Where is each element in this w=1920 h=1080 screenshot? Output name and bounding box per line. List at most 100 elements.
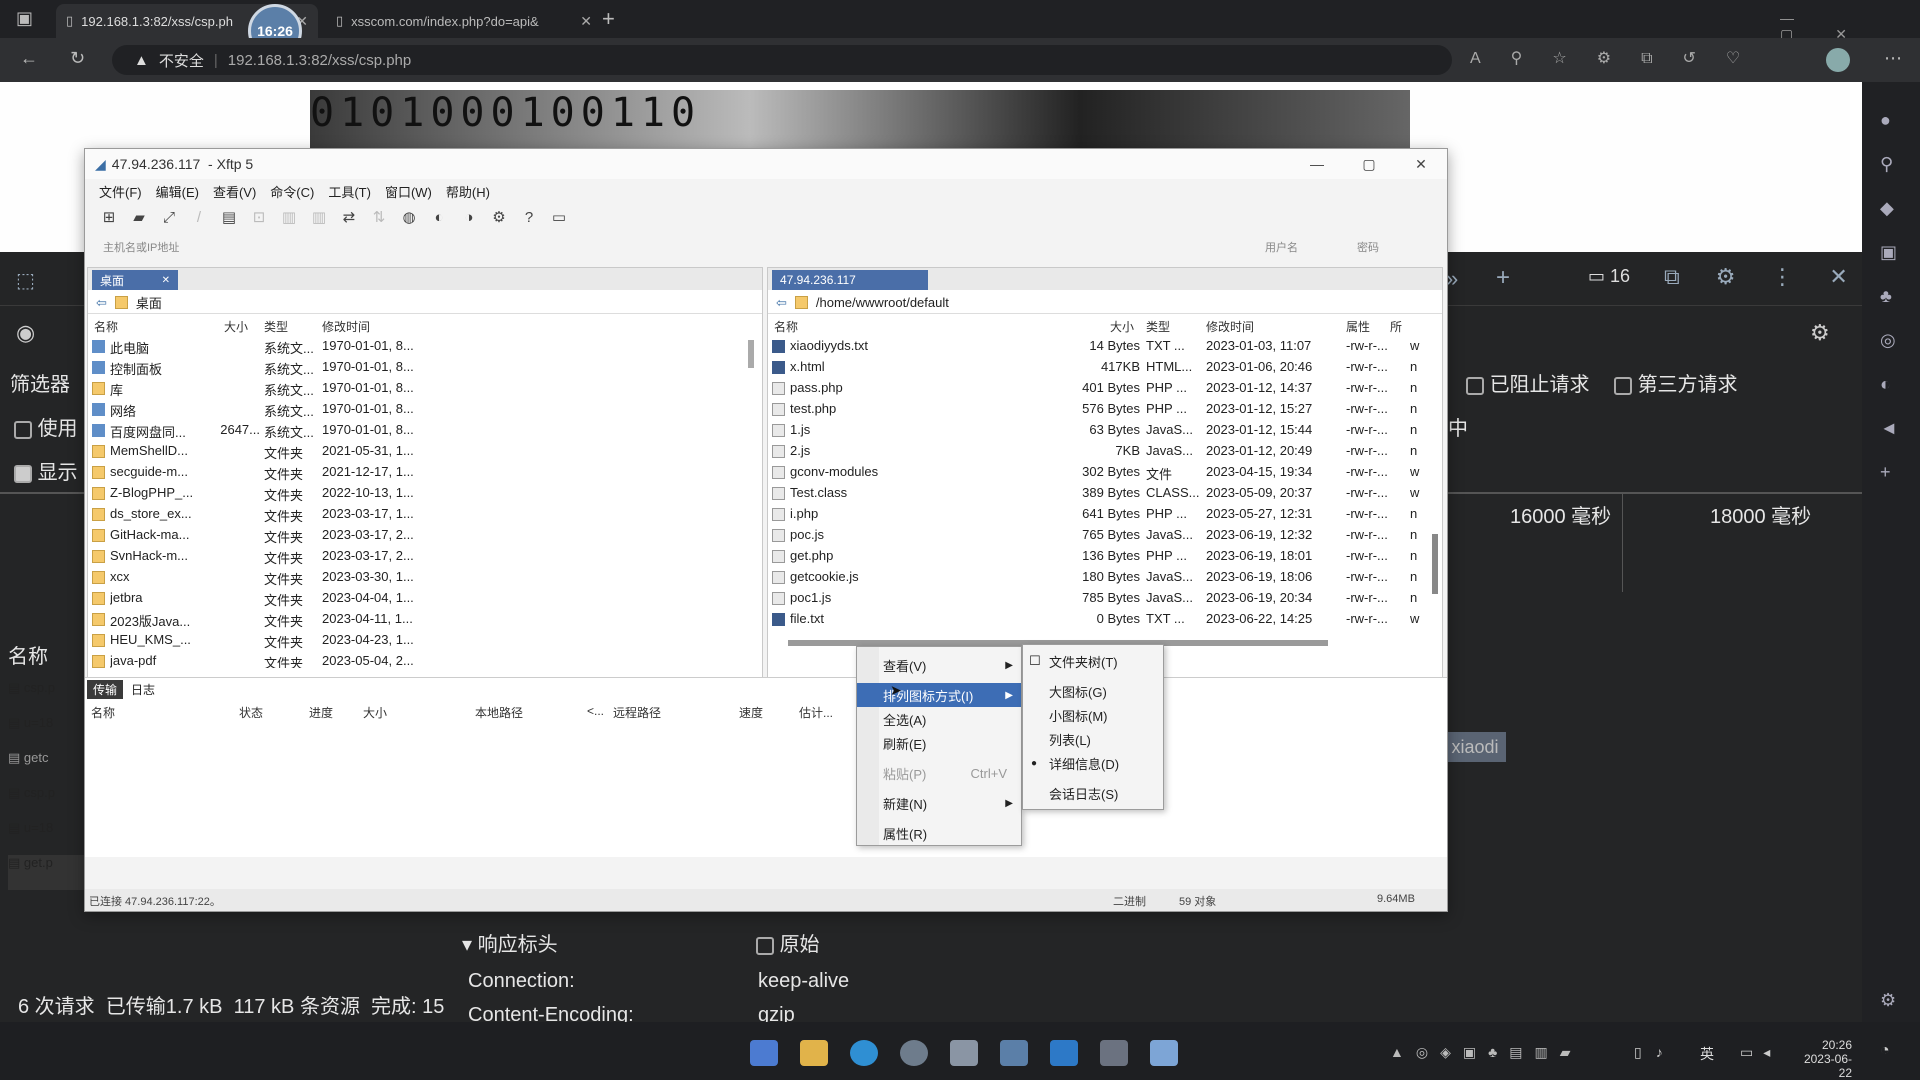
avatar[interactable] (1826, 48, 1850, 72)
network-settings-icon[interactable]: ⚙ (1810, 320, 1830, 346)
back-icon[interactable]: ⇦ (776, 295, 787, 311)
chrome-icon[interactable] (900, 1040, 928, 1066)
settings-icon[interactable]: ⚙ (489, 209, 509, 227)
submenu-large-icons[interactable]: 大图标(G) (1023, 679, 1163, 703)
col-remote-path[interactable]: 远程路径 (613, 704, 661, 721)
new-session-icon[interactable]: ⊞ (99, 209, 119, 227)
transfer-mode[interactable]: 二进制 (1113, 893, 1146, 909)
remote-path[interactable]: /home/wwwroot/default (816, 295, 949, 310)
app-icon[interactable] (950, 1040, 978, 1066)
network-volume-icons[interactable]: ▭◂ (1740, 1044, 1780, 1061)
record-icon[interactable]: ◉ (16, 320, 35, 346)
file-explorer-icon[interactable] (800, 1040, 828, 1066)
col-progress[interactable]: 进度 (309, 704, 333, 721)
file-row[interactable]: getcookie.js 180 Bytes JavaS... 2023-06-19,… (768, 567, 1442, 588)
submenu-details[interactable]: ● 详细信息(D) (1023, 751, 1163, 775)
col-name[interactable]: 名称 (774, 318, 798, 335)
terminal-icon[interactable]: ◐ (429, 209, 449, 227)
minimize-button[interactable]: — (1291, 149, 1343, 179)
file-row[interactable]: Z-BlogPHP_... 文件夹 2022-10-13, 1... (88, 483, 762, 504)
menu-item-refresh[interactable]: 刷新(E) (857, 731, 1021, 755)
request-item[interactable]: ▤ getc (8, 750, 88, 785)
scrollbar[interactable] (1432, 534, 1438, 594)
filter-label[interactable]: 筛选器 (10, 368, 70, 397)
col-name[interactable]: 名称 (94, 318, 118, 335)
refresh-icon[interactable]: ↻ (70, 48, 85, 69)
menu-item-properties[interactable]: 属性(R) (857, 821, 1021, 845)
name-column-header[interactable]: 名称 (8, 640, 48, 669)
menu-window[interactable]: 窗口(W) (385, 182, 432, 201)
download-icon[interactable]: ▥ (309, 209, 329, 227)
file-row[interactable]: pass.php 401 Bytes PHP ... 2023-01-12, 14:3… (768, 378, 1442, 399)
raw-checkbox[interactable] (756, 936, 774, 955)
tab-transfer[interactable]: 传输 (87, 680, 124, 699)
show-checkbox-row[interactable]: 显示 (14, 456, 78, 485)
ime-indicator[interactable]: 英 (1700, 1044, 1714, 1064)
col-owner[interactable]: 所 (1390, 318, 1402, 335)
file-row[interactable]: HEU_KMS_... 文件夹 2023-04-23, 1... (88, 630, 762, 651)
menu-item-new[interactable]: 新建(N) ▶ (857, 791, 1021, 815)
file-row[interactable]: 2.js 7KB JavaS... 2023-01-12, 20:49 -rw-r-..… (768, 441, 1442, 462)
notification-icon[interactable]: ◔ (1880, 1042, 1890, 1060)
submenu-small-icons[interactable]: 小图标(M) (1023, 703, 1163, 727)
raw-toggle[interactable]: 原始 (756, 928, 820, 957)
file-row[interactable]: java-pdf 文件夹 2023-05-04, 2... (88, 651, 762, 668)
local-path[interactable]: 桌面 (136, 293, 162, 312)
use-checkbox[interactable] (14, 420, 32, 439)
transfer-icon[interactable]: ⇄ (339, 209, 359, 227)
properties-icon[interactable]: ▤ (219, 209, 239, 227)
add-tool-icon[interactable]: + (1496, 264, 1510, 292)
back-icon[interactable]: ⇦ (96, 295, 107, 311)
password-input[interactable]: 密码 (1357, 239, 1379, 255)
request-item[interactable]: ▤ csp.p (8, 680, 88, 715)
col-modified[interactable]: 修改时间 (322, 318, 370, 335)
menu-tools[interactable]: 工具(T) (328, 182, 371, 201)
chat-icon[interactable]: ▭ (549, 209, 569, 227)
terminal-app-icon[interactable] (1000, 1040, 1028, 1066)
tab-log[interactable]: 日志 (125, 680, 161, 699)
start-icon[interactable] (750, 1040, 778, 1066)
close-tab-icon[interactable]: ✕ (162, 275, 170, 286)
col-name[interactable]: 名称 (91, 704, 115, 721)
file-row[interactable]: 网络 系统文... 1970-01-01, 8... (88, 399, 762, 420)
file-row[interactable]: Test.class 389 Bytes CLASS... 2023-05-09, 2… (768, 483, 1442, 504)
new-folder-icon[interactable]: ⊡ (249, 209, 269, 227)
globe-icon[interactable]: ◍ (399, 209, 419, 227)
file-row[interactable]: 库 系统文... 1970-01-01, 8... (88, 378, 762, 399)
user-input[interactable]: 用户名 (1265, 239, 1298, 255)
scrollbar[interactable] (748, 340, 754, 368)
file-row[interactable]: 百度网盘同... 2647... 系统文... 1970-01-01, 8... (88, 420, 762, 441)
file-row[interactable]: 控制面板 系统文... 1970-01-01, 8... (88, 357, 762, 378)
col-local-path[interactable]: 本地路径 (475, 704, 523, 721)
clock[interactable]: 20:26 2023-06-22 (1800, 1038, 1852, 1080)
col-type[interactable]: 类型 (264, 318, 288, 335)
edge-browser-icon[interactable] (850, 1040, 878, 1066)
disconnect-icon[interactable]: / (189, 209, 209, 227)
file-row[interactable]: x.html 417KB HTML... 2023-01-06, 20:46 -rw-r… (768, 357, 1442, 378)
file-row[interactable]: ds_store_ex... 文件夹 2023-03-17, 1... (88, 504, 762, 525)
sidebar-icons[interactable]: ● ⚲ ◆ ▣ ♣ ◎ ◐ ◄ + (1880, 98, 1898, 494)
open-folder-icon[interactable]: ▰ (129, 209, 149, 227)
new-tab-icon[interactable]: + (602, 6, 615, 32)
submenu-list[interactable]: 列表(L) (1023, 727, 1163, 751)
xshell-icon[interactable]: ◑ (459, 209, 479, 227)
submenu-session-log[interactable]: 会话日志(S) (1023, 781, 1163, 805)
inspect-icon[interactable]: ⬚ (16, 268, 35, 293)
file-row[interactable]: jetbra 文件夹 2023-04-04, 1... (88, 588, 762, 609)
devtools-actions[interactable]: ⧉⚙⋮✕ (1664, 264, 1884, 290)
tray-icons[interactable]: ▲◎◈▣♣▤▥▰ (1390, 1044, 1582, 1061)
request-item-selected[interactable]: ▤ get.p (8, 855, 88, 890)
back-icon[interactable]: ← (20, 48, 38, 69)
col-size[interactable]: 大小 (224, 318, 248, 335)
menu-view[interactable]: 查看(V) (213, 182, 256, 201)
file-row[interactable]: GitHack-ma... 文件夹 2023-03-17, 2... (88, 525, 762, 546)
xftp-app-icon[interactable] (1150, 1040, 1178, 1066)
upload-icon[interactable]: ▥ (279, 209, 299, 227)
tray-system-icons[interactable]: ▯♪ (1634, 1044, 1677, 1061)
col-size[interactable]: 大小 (363, 704, 387, 721)
message-count-badge[interactable]: ▭ 16 (1588, 266, 1630, 287)
response-headers-title[interactable]: ▾ 响应标头 (462, 928, 558, 957)
show-checkbox[interactable] (14, 464, 32, 483)
file-row[interactable]: test.php 576 Bytes PHP ... 2023-01-12, 15:2… (768, 399, 1442, 420)
file-row[interactable]: poc1.js 785 Bytes JavaS... 2023-06-19, 20:3… (768, 588, 1442, 609)
